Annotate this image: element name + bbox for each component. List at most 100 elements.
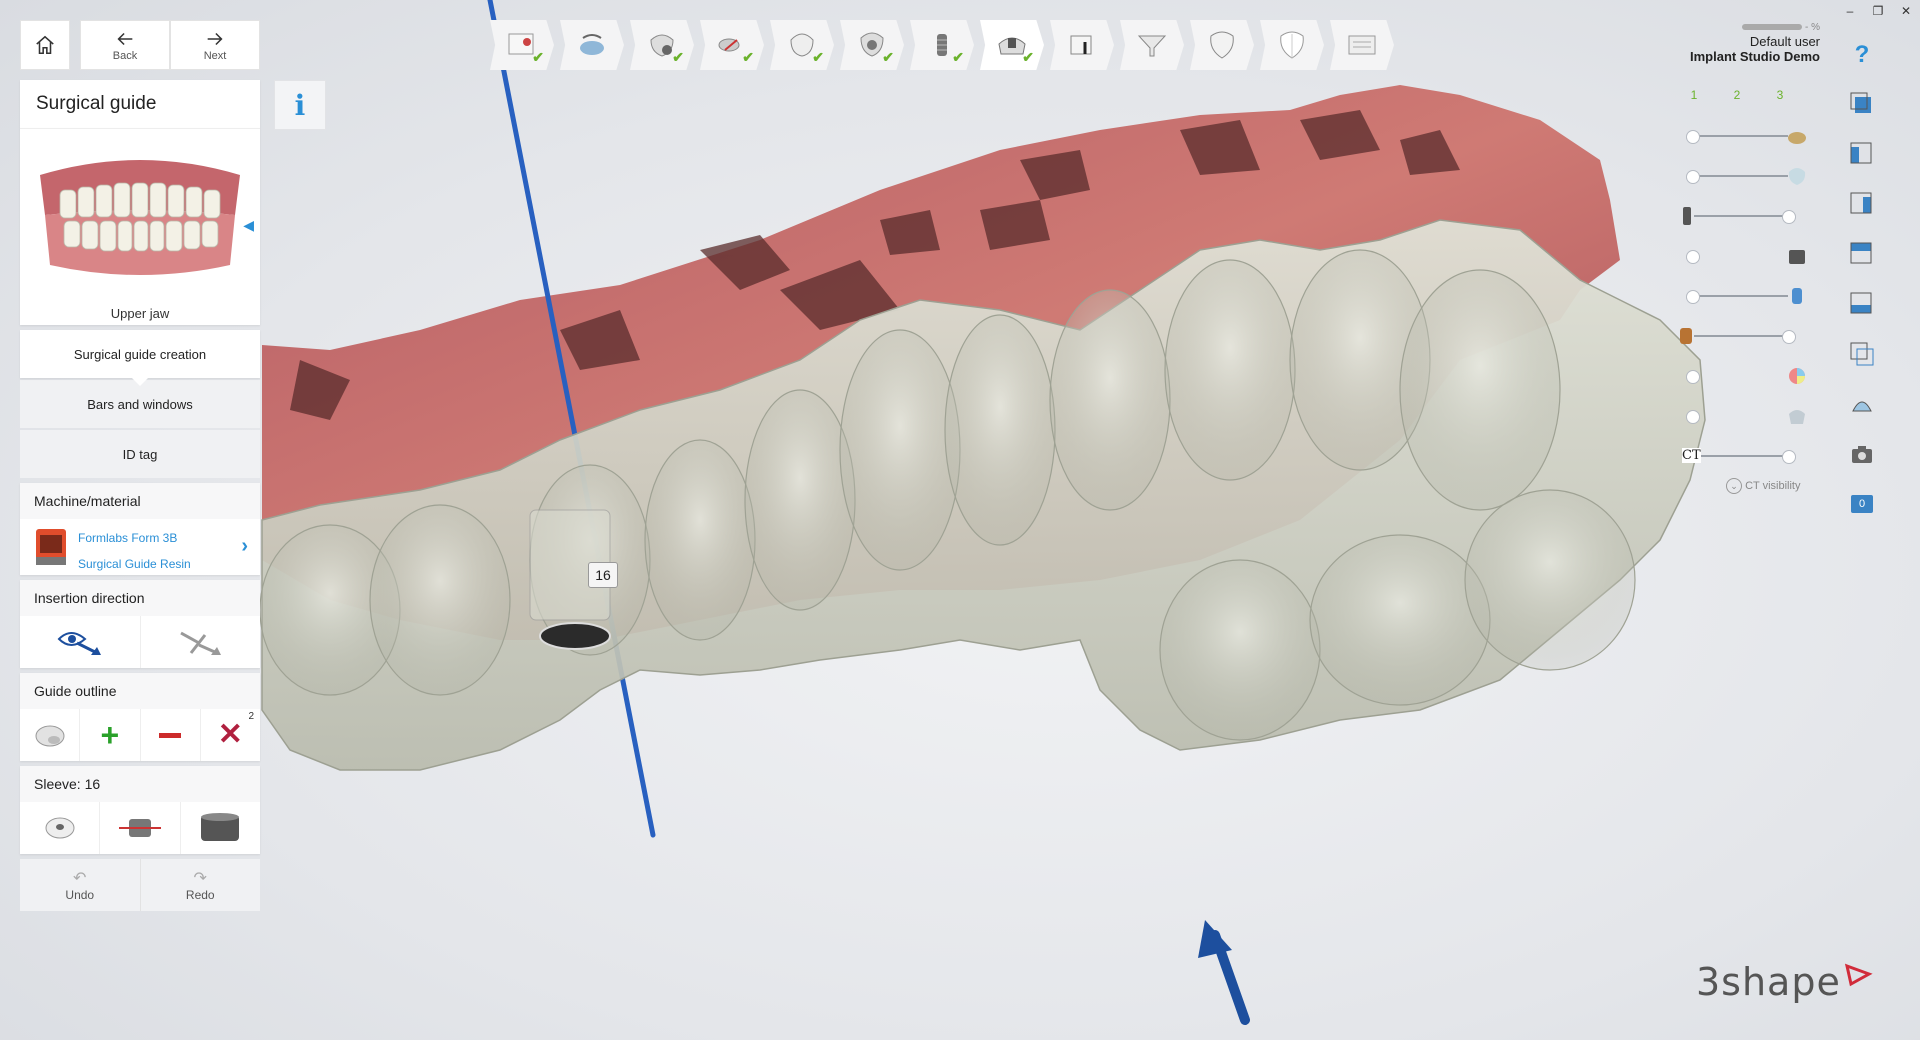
jaw-preview[interactable]: ◀ Upper jaw	[20, 128, 260, 325]
report-step[interactable]	[1330, 20, 1394, 70]
machine-selector[interactable]: Formlabs Form 3B Surgical Guide Resin ›	[20, 519, 260, 575]
color-layer-toggle[interactable]	[1686, 366, 1805, 386]
plus-icon: +	[100, 717, 120, 753]
implant-step[interactable]: ✔	[910, 20, 974, 70]
layer-tabs: 1 2 3	[1674, 88, 1800, 102]
clipping-icon	[1852, 401, 1872, 412]
sleeve-ring-button[interactable]	[20, 802, 101, 854]
surgical-guide-step[interactable]: ✔	[980, 20, 1044, 70]
implant-layer-icon	[1683, 207, 1691, 225]
check-icon: ✔	[1022, 49, 1034, 65]
guide-shape-icon	[35, 725, 65, 747]
sleeve-layer-toggle[interactable]	[1686, 246, 1805, 266]
next-button[interactable]: Next	[170, 20, 260, 70]
comments-button[interactable]: 0	[1846, 488, 1878, 520]
crown-outline-step[interactable]	[1260, 20, 1324, 70]
minus-icon	[159, 732, 182, 738]
arrow-left-icon	[117, 32, 133, 46]
sleeve-cylinder-button[interactable]	[181, 802, 260, 854]
user-progress-icon	[1742, 24, 1803, 31]
insertion-direction-arrow[interactable]	[1198, 920, 1250, 1025]
layer-tab-1[interactable]: 1	[1674, 88, 1714, 102]
check-icon: ✔	[742, 49, 754, 65]
check-icon: ✔	[952, 49, 964, 65]
view-top-button[interactable]	[1846, 238, 1878, 270]
jaw-label: Upper jaw	[110, 306, 170, 321]
eye-arrow-icon	[57, 632, 101, 655]
cutting-step[interactable]: ✔	[700, 20, 764, 70]
machine-name[interactable]: Formlabs Form 3B	[78, 531, 177, 545]
delete-icon: ✕	[217, 718, 243, 751]
material-name[interactable]: Surgical Guide Resin	[78, 557, 191, 571]
view-bottom-button[interactable]	[1846, 288, 1878, 320]
layer-tab-3[interactable]: 3	[1760, 88, 1800, 102]
set-direction-button[interactable]	[141, 616, 261, 668]
drill-layer-slider[interactable]	[1686, 286, 1802, 306]
color-wheel-icon	[1789, 368, 1805, 384]
report-icon	[1348, 35, 1376, 55]
outline-auto-button[interactable]	[20, 709, 81, 761]
check-icon: ✔	[532, 49, 544, 65]
ct-layer-slider[interactable]: CT	[1682, 446, 1796, 466]
view-left-button[interactable]	[1846, 138, 1878, 170]
outline-add-button[interactable]: +	[80, 709, 141, 761]
direction-tool-icon	[180, 631, 222, 655]
drill-protocol-icon	[1070, 35, 1092, 55]
3d-viewport[interactable]	[0, 0, 1920, 1040]
view-tools: 0	[1846, 40, 1886, 538]
info-icon: i	[294, 88, 306, 122]
user-status: - %	[1805, 22, 1820, 33]
ct-label: CT	[1682, 448, 1701, 463]
settings-step[interactable]: ✔	[630, 20, 694, 70]
sleeve-ring[interactable]	[539, 622, 611, 650]
sleeve-cylinder-icon	[201, 813, 240, 841]
arrow-right-icon	[207, 32, 223, 46]
ct-visibility-toggle[interactable]: ⌄ CT visibility	[1726, 478, 1800, 494]
model-layer-icon	[1788, 132, 1806, 144]
funnel-step[interactable]	[1120, 20, 1184, 70]
check-icon: ✔	[812, 49, 824, 65]
sleeve-tag[interactable]: 16	[588, 562, 618, 588]
outline-remove-button[interactable]	[141, 709, 201, 761]
screenshot-button[interactable]	[1846, 438, 1878, 470]
redo-button[interactable]: ↷ Redo	[141, 859, 261, 911]
jaw-thumbnail	[40, 160, 240, 275]
drill-protocol-step[interactable]	[1050, 20, 1114, 70]
clipping-button[interactable]	[1846, 388, 1878, 420]
chevron-right-icon[interactable]: ›	[241, 535, 248, 558]
tab-label: Bars and windows	[87, 396, 193, 412]
tab-label: ID tag	[122, 446, 158, 462]
jaw-selector-arrow[interactable]: ◀	[243, 217, 254, 234]
sleeve-offset-button[interactable]	[100, 802, 181, 854]
view-front-button[interactable]	[1846, 88, 1878, 120]
project-name: Implant Studio Demo	[1690, 49, 1820, 64]
tooth-settings-step[interactable]: ✔	[840, 20, 904, 70]
drill-layer-icon	[1792, 288, 1802, 304]
undo-button[interactable]: ↶ Undo	[20, 859, 141, 911]
back-button[interactable]: Back	[80, 20, 170, 70]
scan-alignment-step[interactable]	[560, 20, 624, 70]
gingiva-layer-slider[interactable]	[1680, 326, 1796, 346]
layer-tab-2[interactable]: 2	[1717, 88, 1757, 102]
cube-left-icon	[1850, 142, 1872, 164]
tooth-step[interactable]: ✔	[770, 20, 834, 70]
implant-layer-slider[interactable]	[1683, 206, 1796, 226]
guide-layer-toggle[interactable]	[1686, 406, 1805, 426]
crown-layer-slider[interactable]	[1686, 166, 1806, 186]
view-back-button[interactable]	[1846, 338, 1878, 370]
panel-header: Surgical guide	[20, 80, 260, 128]
printer-icon	[36, 529, 66, 565]
tab-surgical-guide-creation[interactable]: Surgical guide creation	[20, 330, 260, 386]
model-layer-slider[interactable]	[1686, 126, 1806, 146]
view-direction-button[interactable]	[20, 616, 141, 668]
outline-delete-button[interactable]: ✕ 2	[201, 709, 260, 761]
info-button[interactable]: i	[274, 80, 326, 130]
order-step[interactable]: ✔	[490, 20, 554, 70]
tab-id-tag[interactable]: ID tag	[20, 430, 260, 478]
view-right-button[interactable]	[1846, 188, 1878, 220]
cube-right-icon	[1850, 192, 1872, 214]
home-button[interactable]	[20, 20, 70, 70]
crown-step[interactable]	[1190, 20, 1254, 70]
tab-bars-and-windows[interactable]: Bars and windows	[20, 380, 260, 428]
ct-visibility-label: CT visibility	[1745, 480, 1801, 492]
